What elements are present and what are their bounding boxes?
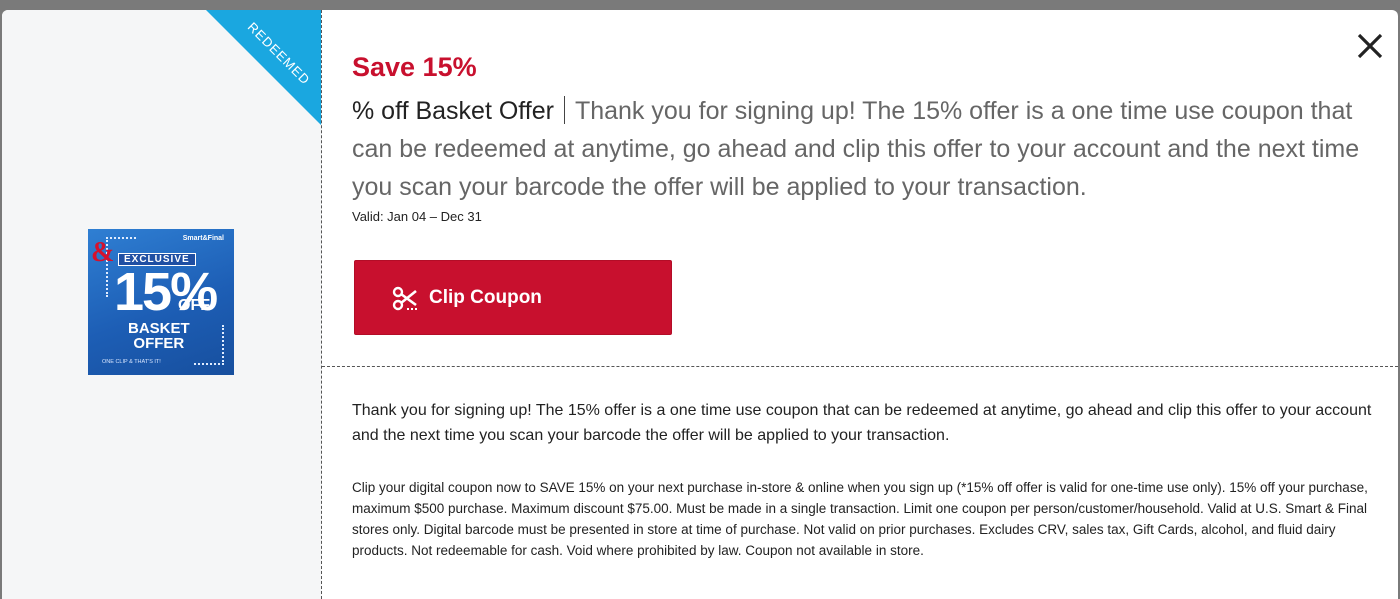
section-divider xyxy=(322,366,1398,367)
offer-description: Thank you for signing up! The 15% offer … xyxy=(352,402,1372,444)
coupon-basket-offer: BASKET OFFER xyxy=(128,320,190,352)
close-icon xyxy=(1357,33,1383,59)
clip-coupon-label: Clip Coupon xyxy=(429,286,542,308)
coupon-modal: REDEEMED & Smart&Final EXCLUSIVE 15% OFF… xyxy=(2,10,1398,599)
brand-logo: Smart&Final xyxy=(182,235,224,242)
clip-coupon-button[interactable]: Clip Coupon xyxy=(354,260,672,335)
coupon-image: & Smart&Final EXCLUSIVE 15% OFF BASKET O… xyxy=(88,229,234,375)
brand-ampersand-logo: & xyxy=(91,237,115,268)
title-separator xyxy=(563,96,565,125)
offer-name: % off Basket Offer xyxy=(352,97,554,125)
offer-title: % off Basket Offer Thank you for signing … xyxy=(352,92,1362,206)
offer-headline: Save 15% xyxy=(352,52,477,82)
close-button[interactable] xyxy=(1356,32,1384,60)
coupon-off: OFF xyxy=(178,297,210,314)
fine-print: Clip your digital coupon now to SAVE 15%… xyxy=(352,480,1368,558)
coupon-tagline: ONE CLIP & THAT'S IT! xyxy=(102,359,161,365)
valid-dates: Valid: Jan 04 – Dec 31 xyxy=(352,209,482,224)
coupon-image-pane: REDEEMED & Smart&Final EXCLUSIVE 15% OFF… xyxy=(2,10,322,599)
scissors-icon xyxy=(392,286,419,310)
coupon-details-pane: Save 15% % off Basket Offer Thank you for… xyxy=(322,10,1398,599)
redeemed-ribbon: REDEEMED xyxy=(206,10,321,125)
